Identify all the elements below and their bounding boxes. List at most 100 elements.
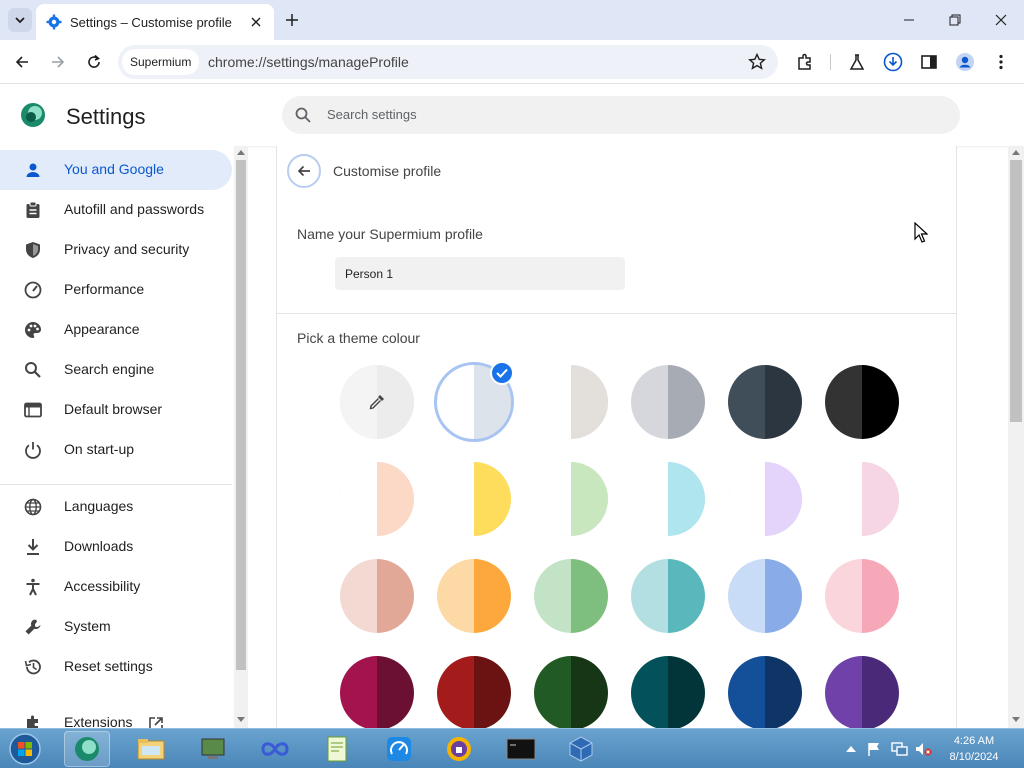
forward-button[interactable]: [46, 50, 70, 74]
theme-colour-swatch[interactable]: [340, 656, 414, 728]
folder-icon: [137, 739, 165, 760]
sidebar-item-you-and-google[interactable]: You and Google: [0, 150, 232, 190]
infinity-icon: [261, 742, 289, 756]
puzzle-icon: [798, 53, 811, 70]
theme-colour-swatch[interactable]: [728, 462, 802, 536]
sidebar-item-label: Languages: [64, 498, 134, 514]
power-icon: [22, 440, 44, 460]
theme-colour-swatch[interactable]: [534, 365, 608, 439]
theme-colour-swatch[interactable]: [340, 462, 414, 536]
side-panel-button[interactable]: [918, 51, 940, 73]
theme-colour-swatch[interactable]: [825, 462, 899, 536]
sidebar-item-label: Accessibility: [64, 578, 141, 594]
sidebar-item-on-startup[interactable]: On start-up: [0, 430, 232, 470]
page-scrollbar[interactable]: [1008, 146, 1024, 728]
scroll-down-arrow-icon[interactable]: [237, 717, 245, 723]
external-link-icon: [148, 716, 164, 728]
reload-icon: [88, 54, 100, 68]
sidebar-scrollbar[interactable]: [234, 146, 248, 728]
theme-colour-swatch[interactable]: [631, 365, 705, 439]
restore-button[interactable]: [932, 6, 978, 34]
theme-colour-swatch[interactable]: [437, 462, 511, 536]
active-tab[interactable]: Settings – Customise profile: [36, 4, 274, 40]
theme-colour-swatch[interactable]: [631, 656, 705, 728]
taskbar-app-infinity[interactable]: [252, 731, 298, 767]
sidebar-item-system[interactable]: System: [0, 607, 232, 647]
url-text[interactable]: chrome://settings/manageProfile: [208, 54, 409, 70]
theme-colour-swatch[interactable]: [825, 559, 899, 633]
sidebar-item-performance[interactable]: Performance: [0, 270, 232, 310]
theme-colour-swatch[interactable]: [631, 462, 705, 536]
search-settings-box[interactable]: Search settings: [282, 96, 960, 134]
theme-colour-swatch[interactable]: [825, 365, 899, 439]
sidebar-item-appearance[interactable]: Appearance: [0, 310, 232, 350]
globe-icon: [22, 497, 44, 517]
profile-name-input[interactable]: [335, 257, 625, 290]
extensions-button[interactable]: [794, 51, 816, 73]
volume-muted-icon[interactable]: [914, 741, 932, 757]
minimize-button[interactable]: [886, 6, 932, 34]
sidebar-item-languages[interactable]: Languages: [0, 487, 232, 527]
sidebar-item-downloads[interactable]: Downloads: [0, 527, 232, 567]
taskbar-app-monitor[interactable]: [190, 731, 236, 767]
clock-date: 8/10/2024: [949, 751, 999, 763]
profile-button[interactable]: [954, 51, 976, 73]
close-icon: [995, 14, 1007, 26]
theme-colour-swatch[interactable]: [340, 559, 414, 633]
reload-button[interactable]: [82, 50, 106, 74]
sidebar-item-privacy[interactable]: Privacy and security: [0, 230, 232, 270]
theme-colour-swatch[interactable]: [728, 656, 802, 728]
scroll-up-arrow-icon[interactable]: [1012, 149, 1020, 155]
taskbar-app-gauge[interactable]: [376, 731, 422, 767]
theme-colour-swatch[interactable]: [534, 559, 608, 633]
scroll-down-arrow-icon[interactable]: [1012, 717, 1020, 723]
person-icon: [22, 160, 44, 180]
page-scrollbar-thumb[interactable]: [1010, 160, 1022, 422]
theme-colour-swatch[interactable]: [631, 559, 705, 633]
downloads-button[interactable]: [882, 51, 904, 73]
sidebar-item-search-engine[interactable]: Search engine: [0, 350, 232, 390]
sidebar-item-label: Default browser: [64, 401, 163, 417]
site-chip[interactable]: Supermium: [122, 49, 200, 75]
theme-colour-swatch[interactable]: [728, 559, 802, 633]
sidebar-item-extensions[interactable]: Extensions: [0, 703, 232, 728]
close-window-button[interactable]: [978, 6, 1024, 34]
theme-colour-swatch[interactable]: [534, 462, 608, 536]
sidebar-item-autofill[interactable]: Autofill and passwords: [0, 190, 232, 230]
taskbar-explorer[interactable]: [128, 731, 174, 767]
flag-icon[interactable]: [866, 741, 882, 757]
taskbar-cmd[interactable]: [498, 731, 544, 767]
sidebar-item-default-browser[interactable]: Default browser: [0, 390, 232, 430]
sidebar-item-label: Search engine: [64, 361, 155, 377]
cube-icon: [569, 736, 593, 762]
start-button[interactable]: [4, 730, 46, 768]
theme-colour-swatch[interactable]: [825, 656, 899, 728]
theme-colour-swatch[interactable]: [534, 656, 608, 728]
show-hidden-icons-icon[interactable]: [846, 745, 856, 753]
back-button[interactable]: [10, 50, 34, 74]
network-icon[interactable]: [890, 741, 908, 757]
new-tab-button[interactable]: [282, 10, 302, 30]
taskbar-clock[interactable]: 4:26 AM 8/10/2024: [938, 733, 1010, 765]
sidebar-item-accessibility[interactable]: Accessibility: [0, 567, 232, 607]
custom-colour-picker[interactable]: [340, 365, 414, 439]
taskbar-supermium[interactable]: [64, 731, 110, 767]
theme-colour-swatch[interactable]: [728, 365, 802, 439]
sidebar-scrollbar-thumb[interactable]: [236, 160, 246, 670]
taskbar-virtualbox[interactable]: [558, 731, 604, 767]
taskbar-app-lock[interactable]: [436, 731, 482, 767]
omnibox[interactable]: Supermium chrome://settings/manageProfil…: [118, 45, 778, 79]
menu-button[interactable]: [990, 51, 1012, 73]
sidebar-item-reset[interactable]: Reset settings: [0, 647, 232, 687]
scroll-up-arrow-icon[interactable]: [237, 149, 245, 155]
customise-profile-card: Customise profile Name your Supermium pr…: [276, 146, 957, 728]
bookmark-star-icon[interactable]: [748, 53, 766, 71]
clipboard-icon: [22, 200, 44, 220]
taskbar-notepadpp[interactable]: [314, 731, 360, 767]
tab-search-button[interactable]: [8, 8, 32, 32]
theme-colour-swatch[interactable]: [437, 656, 511, 728]
labs-button[interactable]: [846, 51, 868, 73]
back-arrow-button[interactable]: [287, 154, 321, 188]
theme-colour-swatch[interactable]: [437, 559, 511, 633]
close-tab-icon[interactable]: [248, 14, 264, 30]
